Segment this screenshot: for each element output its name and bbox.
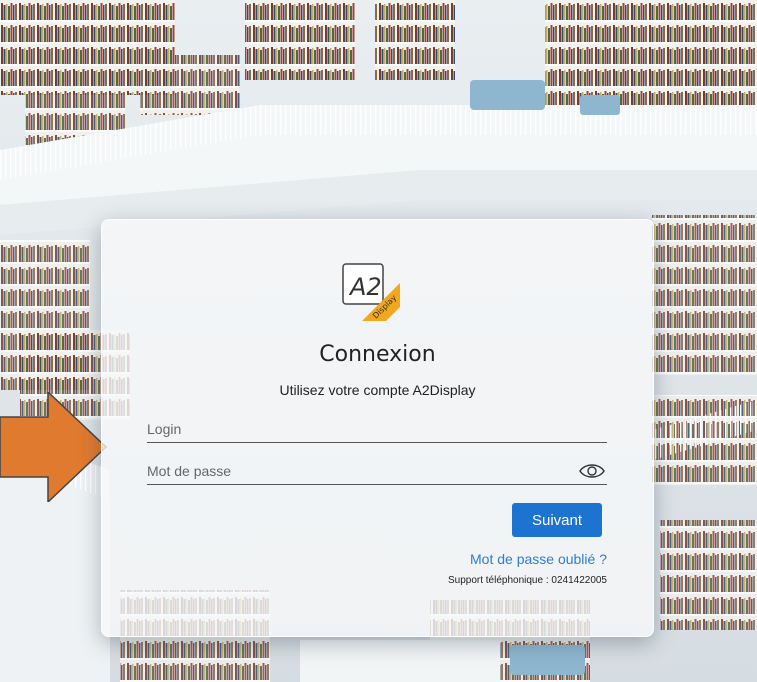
arrow-right-icon	[0, 392, 108, 502]
forgot-password-link[interactable]: Mot de passe oublié ?	[470, 551, 607, 567]
login-card: A2 Display Connexion Utilisez votre comp…	[101, 219, 654, 637]
a2display-logo: A2 Display	[342, 263, 400, 321]
password-field-wrapper	[147, 460, 607, 485]
login-input[interactable]	[147, 418, 567, 440]
password-input[interactable]	[147, 460, 567, 482]
login-field-wrapper	[147, 418, 607, 443]
support-phone-text: Support téléphonique : 0241422005	[447, 575, 607, 586]
eye-icon[interactable]	[579, 462, 605, 480]
page-subtitle: Utilisez votre compte A2Display	[279, 382, 476, 398]
logo-brand-text: A2	[348, 273, 382, 301]
page-title: Connexion	[319, 342, 436, 367]
next-button[interactable]: Suivant	[512, 503, 602, 537]
